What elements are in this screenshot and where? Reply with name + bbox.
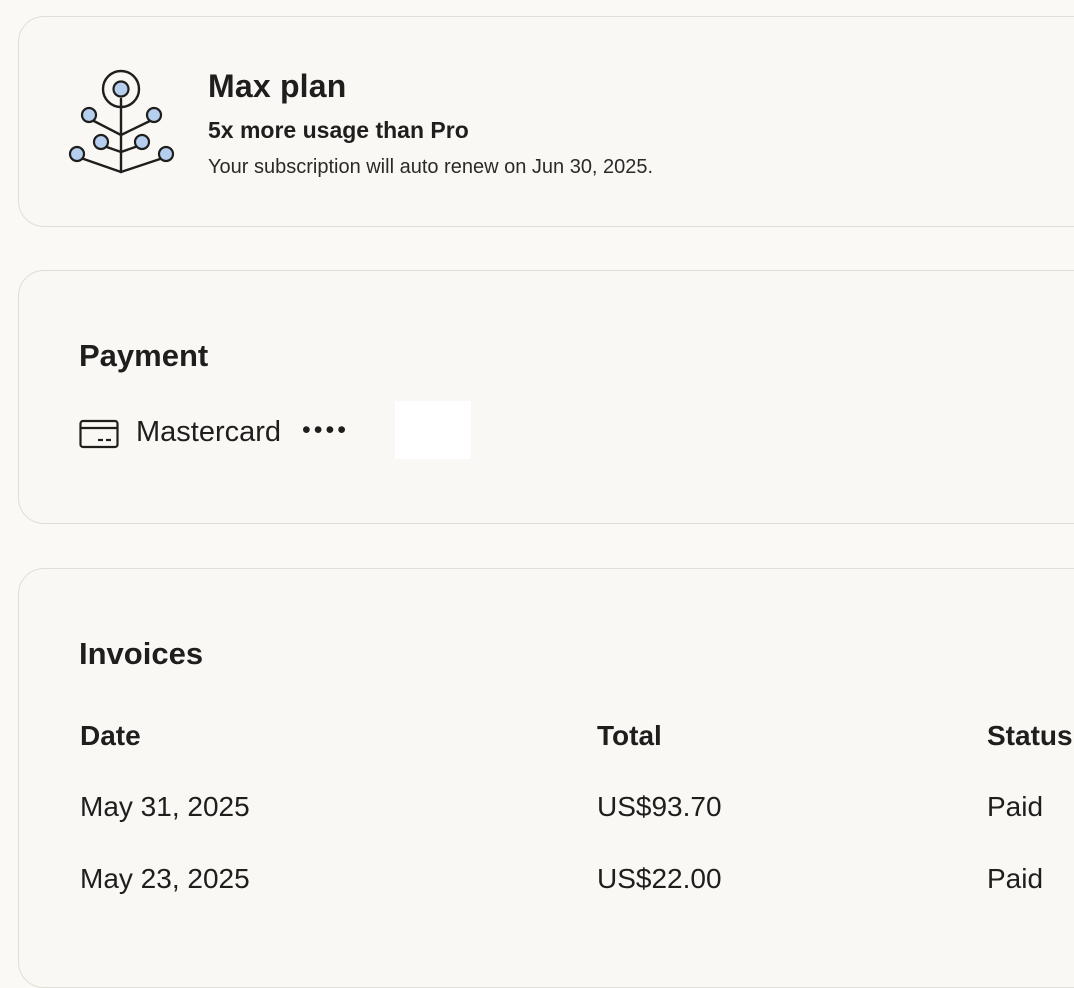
invoice-date: May 31, 2025 <box>80 791 250 822</box>
invoice-date: May 23, 2025 <box>80 863 250 894</box>
plan-card: Max plan 5x more usage than Pro Your sub… <box>18 16 1074 227</box>
invoices-card: Invoices Date Total Status May 31, 2025 … <box>18 568 1074 988</box>
payment-card: Payment Mastercard •••• <box>18 270 1074 524</box>
card-number-mask: •••• <box>302 416 350 444</box>
column-header-status: Status <box>987 720 1073 751</box>
credit-card-icon <box>79 419 119 449</box>
card-brand: Mastercard <box>136 416 282 448</box>
column-header-total: Total <box>597 720 662 751</box>
plan-tagline: 5x more usage than Pro <box>208 117 469 143</box>
invoices-title: Invoices <box>79 636 204 671</box>
payment-title: Payment <box>79 338 209 373</box>
plan-tree-icon <box>68 69 175 174</box>
plan-renewal-text: Your subscription will auto renew on Jun… <box>208 156 654 178</box>
invoice-status: Paid <box>987 863 1044 894</box>
invoice-total: US$22.00 <box>597 863 722 894</box>
redacted-card-digits <box>395 401 471 459</box>
column-header-date: Date <box>80 720 141 751</box>
invoice-status: Paid <box>987 791 1044 822</box>
plan-name: Max plan <box>208 68 347 104</box>
invoice-total: US$93.70 <box>597 791 722 822</box>
